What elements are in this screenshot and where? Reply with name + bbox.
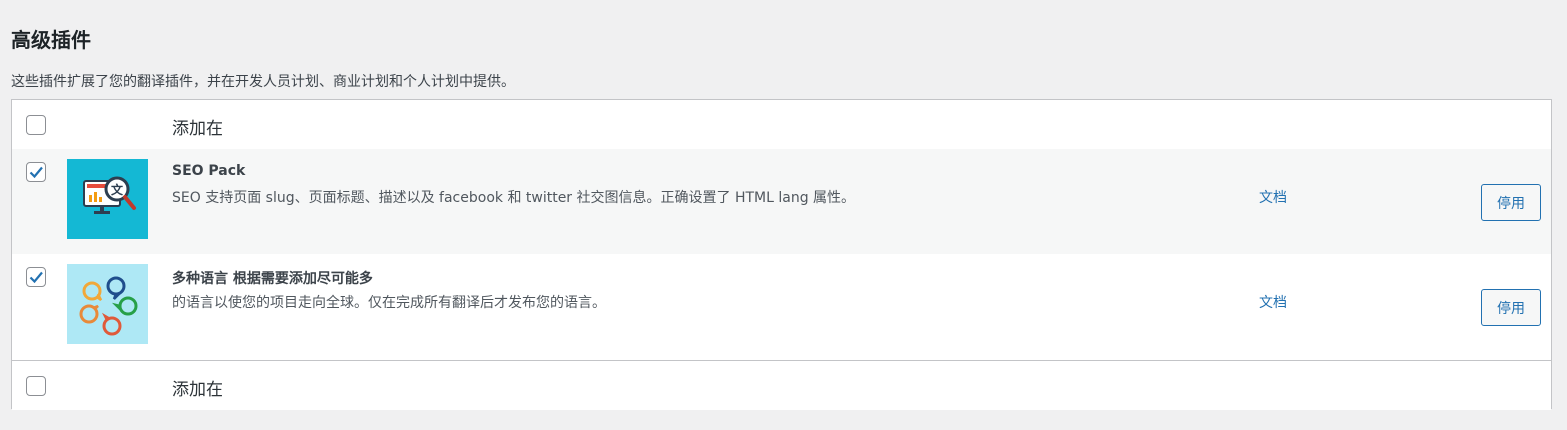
table-footer-row: 添加在 xyxy=(12,360,1551,410)
select-all-checkbox[interactable] xyxy=(26,115,46,135)
plugins-table: 添加在 文 SEO Pack SEO 支持页面 slug、页面标题、描述以及 f… xyxy=(11,99,1552,410)
plugin-checkbox[interactable] xyxy=(26,162,46,182)
plugin-title: SEO Pack xyxy=(172,163,246,179)
speech-bubbles-icon xyxy=(67,264,148,344)
plugin-row-seo-pack: 文 SEO Pack SEO 支持页面 slug、页面标题、描述以及 faceb… xyxy=(12,149,1551,254)
plugin-description: 的语言以使您的项目走向全球。仅在完成所有翻译后才发布您的语言。 xyxy=(172,295,606,311)
select-all-checkbox-footer[interactable] xyxy=(26,376,46,396)
plugin-row-multiple-languages: 多种语言 根据需要添加尽可能多 的语言以使您的项目走向全球。仅在完成所有翻译后才… xyxy=(12,254,1551,360)
section-description: 这些插件扩展了您的翻译插件，并在开发人员计划、商业计划和个人计划中提供。 xyxy=(11,74,515,90)
column-header-label: 添加在 xyxy=(172,119,223,139)
svg-text:文: 文 xyxy=(111,182,124,197)
seo-magnifier-icon: 文 xyxy=(67,159,148,239)
plugin-description: SEO 支持页面 slug、页面标题、描述以及 facebook 和 twitt… xyxy=(172,190,856,206)
plugin-checkbox[interactable] xyxy=(26,267,46,287)
docs-link[interactable]: 文档 xyxy=(1259,292,1287,312)
docs-link[interactable]: 文档 xyxy=(1259,187,1287,207)
deactivate-button[interactable]: 停用 xyxy=(1481,289,1541,326)
column-footer-label: 添加在 xyxy=(172,380,223,400)
section-title: 高级插件 xyxy=(11,28,91,52)
table-header-row: 添加在 xyxy=(12,100,1551,150)
plugin-title: 多种语言 根据需要添加尽可能多 xyxy=(172,271,373,287)
deactivate-button[interactable]: 停用 xyxy=(1481,184,1541,221)
